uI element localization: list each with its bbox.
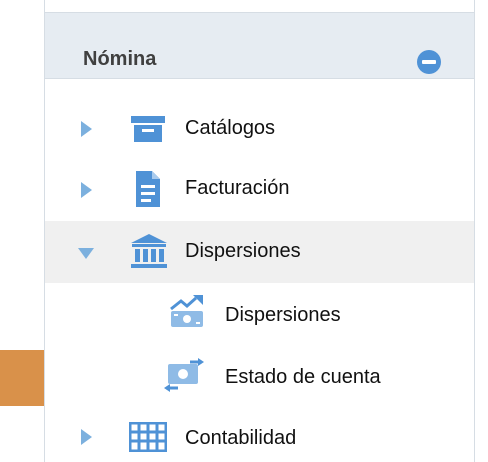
invoice-document-icon [136, 171, 160, 207]
menu-item-contabilidad[interactable]: Contabilidad [45, 407, 474, 462]
archive-box-icon [131, 116, 165, 142]
bank-icon [131, 234, 167, 268]
submenu-item-label: Dispersiones [225, 304, 341, 326]
ledger-icon [129, 422, 167, 452]
submenu-item-dispersiones[interactable]: Dispersiones [45, 283, 474, 345]
menu-item-label: Dispersiones [185, 240, 301, 262]
menu-item-catalogos[interactable]: Catálogos [45, 97, 474, 159]
section-title: Nómina [83, 48, 157, 70]
submenu-item-label: Estado de cuenta [225, 366, 381, 388]
menu-item-label: Catálogos [185, 117, 276, 139]
menu-item-label: Contabilidad [185, 427, 297, 449]
submenu-item-estado-de-cuenta[interactable]: Estado de cuenta [45, 345, 474, 407]
expand-arrow-icon[interactable] [81, 182, 92, 198]
expand-arrow-icon[interactable] [81, 429, 92, 445]
minus-circle-icon[interactable] [417, 50, 441, 74]
menu-item-label: Facturación [185, 177, 290, 199]
menu-item-dispersiones[interactable]: Dispersiones [45, 221, 474, 283]
expand-arrow-icon[interactable] [81, 121, 92, 137]
account-statement-icon [164, 358, 204, 392]
nomina-menu-panel: Nómina Catálogos Facturación Dispersione… [44, 0, 475, 462]
collapse-arrow-icon[interactable] [78, 248, 94, 259]
menu-item-facturacion[interactable]: Facturación [45, 159, 474, 221]
money-transfer-icon [170, 295, 203, 327]
nomina-section-header[interactable]: Nómina [45, 12, 474, 79]
